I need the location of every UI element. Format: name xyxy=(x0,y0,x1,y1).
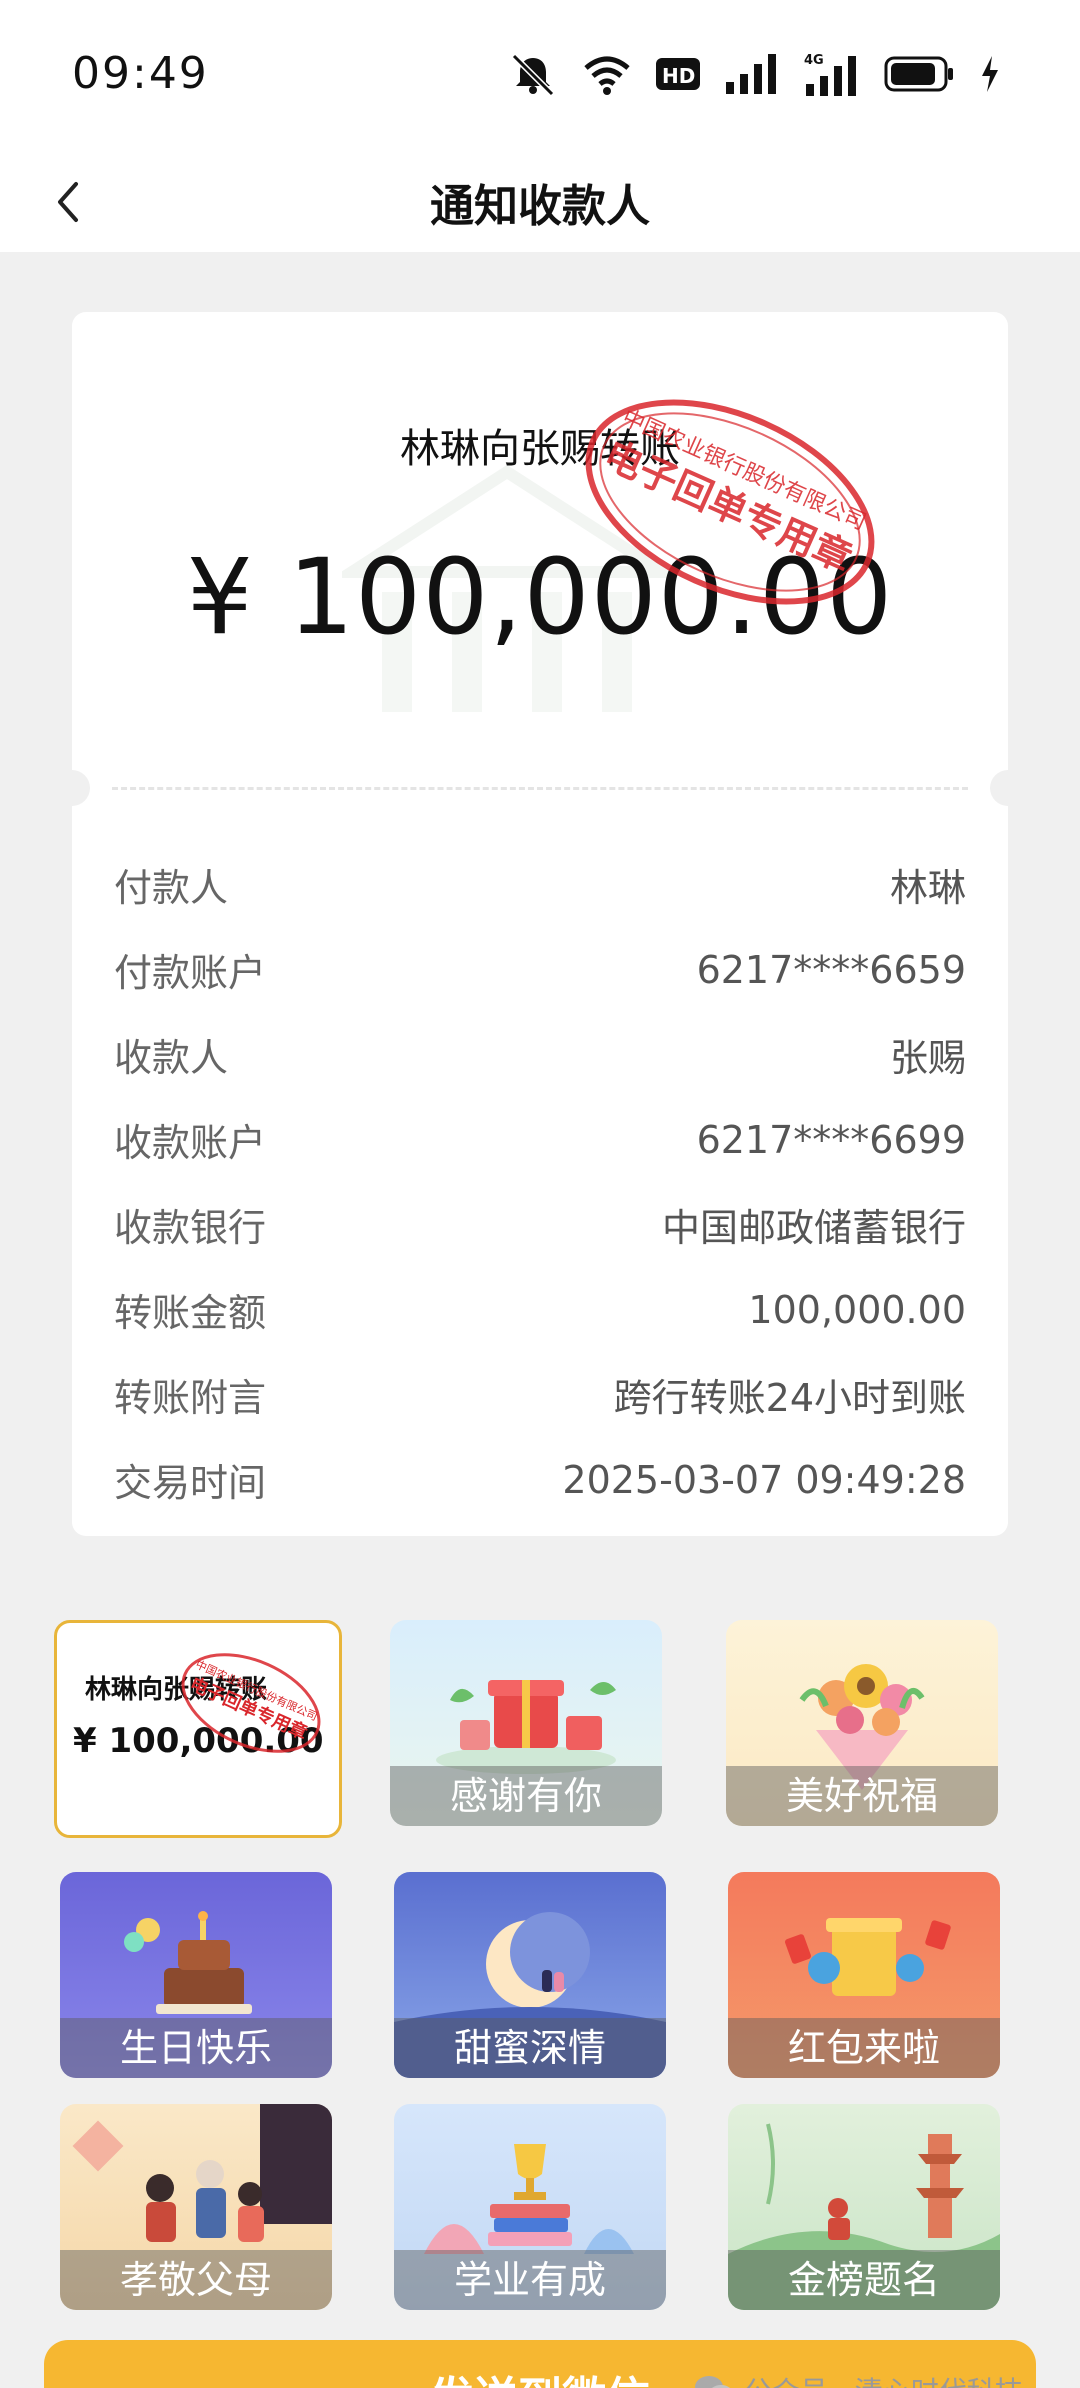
detail-label: 转账附言 xyxy=(114,1376,267,1420)
detail-value: 6217****6699 xyxy=(696,1117,966,1162)
signal-icon xyxy=(726,54,776,94)
template-label: 美好祝福 xyxy=(726,1766,998,1826)
wechat-icon xyxy=(695,2376,730,2388)
template-label: 金榜题名 xyxy=(728,2250,1000,2310)
detail-label: 付款账户 xyxy=(114,951,267,995)
template-card-blessing[interactable]: 美好祝福 xyxy=(726,1620,998,1826)
detail-value: 6217****6659 xyxy=(696,947,966,992)
receipt-details: 付款人 林琳 付款账户 6217****6659 收款人 张赐 收款账户 621… xyxy=(114,842,966,1522)
detail-label: 收款账户 xyxy=(114,1121,267,1165)
status-bar: 09:49 HD 4G xyxy=(0,0,1080,150)
detail-value: 跨行转账24小时到账 xyxy=(613,1376,966,1420)
wifi-icon xyxy=(584,56,630,95)
page-title: 通知收款人 xyxy=(430,181,650,232)
template-card-default[interactable]: 林琳向张赐转账 ¥ 100,000.00 中国农业银行股份有限公司 电子回单专用… xyxy=(54,1620,342,1838)
template-card-study[interactable]: 学业有成 xyxy=(394,2104,666,2310)
detail-row-payer: 付款人 林琳 xyxy=(114,842,966,927)
detail-label: 收款人 xyxy=(114,1036,229,1080)
template-label: 学业有成 xyxy=(394,2250,666,2310)
detail-row-payee-account: 收款账户 6217****6699 xyxy=(114,1097,966,1182)
watermark-text: 公众号 · 清心时代科技 xyxy=(744,2370,1023,2388)
mute-bell-icon xyxy=(511,53,555,96)
dashed-divider xyxy=(112,787,968,790)
detail-value: 中国邮政储蓄银行 xyxy=(661,1206,966,1250)
svg-text:HD: HD xyxy=(662,64,695,88)
status-time: 09:49 xyxy=(72,48,209,99)
template-card-red-packet[interactable]: 红包来啦 xyxy=(728,1872,1000,2078)
detail-row-memo: 转账附言 跨行转账24小时到账 xyxy=(114,1352,966,1437)
detail-label: 付款人 xyxy=(114,866,229,910)
detail-label: 收款银行 xyxy=(114,1206,267,1250)
template-card-exam[interactable]: 金榜题名 xyxy=(728,2104,1000,2310)
hd-icon: HD xyxy=(656,58,700,90)
ticket-notch-right xyxy=(990,770,1026,806)
template-label: 感谢有你 xyxy=(390,1766,662,1826)
template-label: 红包来啦 xyxy=(728,2018,1000,2078)
template-label: 甜蜜深情 xyxy=(394,2018,666,2078)
svg-text:4G: 4G xyxy=(804,53,824,68)
template-card-thanks[interactable]: 感谢有你 xyxy=(390,1620,662,1826)
ticket-notch-left xyxy=(54,770,90,806)
battery-icon xyxy=(884,56,953,92)
detail-row-payer-account: 付款账户 6217****6659 xyxy=(114,927,966,1012)
watermark: 公众号 · 清心时代科技 xyxy=(694,2370,1023,2388)
detail-row-amount: 转账金额 100,000.00 xyxy=(114,1267,966,1352)
charging-icon xyxy=(982,56,998,92)
template-card-birthday[interactable]: 生日快乐 xyxy=(60,1872,332,2078)
detail-value: 林琳 xyxy=(889,866,966,910)
detail-label: 交易时间 xyxy=(114,1461,267,1505)
detail-value: 100,000.00 xyxy=(748,1287,966,1332)
template-label: 生日快乐 xyxy=(60,2018,332,2078)
template-label: 孝敬父母 xyxy=(60,2250,332,2310)
detail-value: 张赐 xyxy=(889,1036,966,1080)
receipt-amount: ¥ 100,000.00 xyxy=(186,536,894,658)
nav-bar: 通知收款人 xyxy=(0,150,1080,252)
template-card-romance[interactable]: 甜蜜深情 xyxy=(394,1872,666,2078)
signal-4g-icon: 4G xyxy=(804,53,856,96)
template-card-parents[interactable]: 孝敬父母 xyxy=(60,2104,332,2310)
detail-row-time: 交易时间 2025-03-07 09:49:28 xyxy=(114,1437,966,1522)
detail-value: 2025-03-07 09:49:28 xyxy=(562,1457,966,1502)
receipt-header: 林琳向张赐转账 ¥ 100,000.00 中国农业银行股份有限公司 电子回单专用… xyxy=(72,312,1008,782)
detail-label: 转账金额 xyxy=(114,1291,267,1335)
mini-seal-stamp: 中国农业银行股份有限公司 电子回单专用章 xyxy=(181,1653,321,1753)
receipt-title: 林琳向张赐转账 xyxy=(400,426,680,472)
receipt-card: 林琳向张赐转账 ¥ 100,000.00 中国农业银行股份有限公司 电子回单专用… xyxy=(54,312,1026,1536)
detail-row-payee-bank: 收款银行 中国邮政储蓄银行 xyxy=(114,1182,966,1267)
status-icons: HD 4G xyxy=(508,52,1000,96)
detail-row-payee: 收款人 张赐 xyxy=(114,1012,966,1097)
